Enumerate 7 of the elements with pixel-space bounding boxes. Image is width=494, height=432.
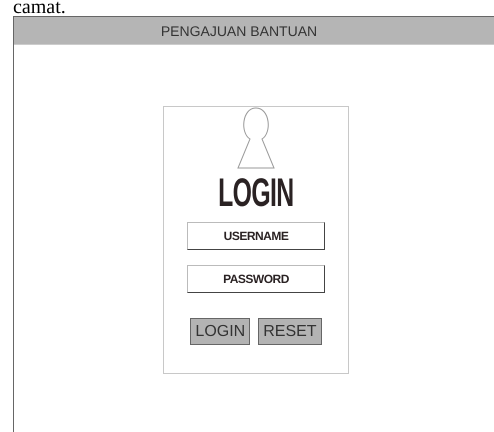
window-title: PENGAJUAN BANTUAN [160, 22, 318, 38]
reset-button[interactable]: RESET [258, 318, 322, 345]
login-button[interactable]: LOGIN [190, 318, 250, 345]
caption-text: camat. [13, 0, 66, 14]
username-field[interactable]: USERNAME [187, 222, 325, 250]
login-heading: LOGIN [218, 175, 294, 211]
password-field[interactable]: PASSWORD [187, 265, 325, 293]
